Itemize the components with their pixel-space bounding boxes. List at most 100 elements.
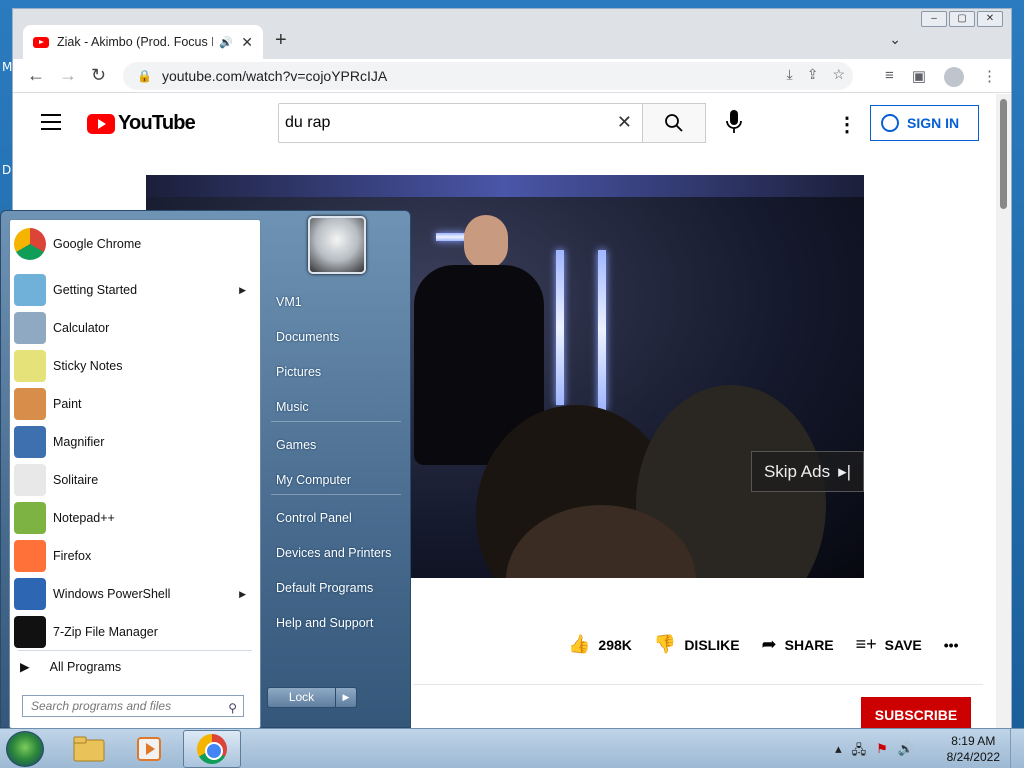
chevron-right-icon[interactable]: ▶	[336, 688, 356, 707]
side-panel-icon[interactable]: ▣	[912, 67, 926, 87]
browser-tab[interactable]: Ziak - Akimbo (Prod. Focus B 🔊 ✕	[23, 25, 263, 59]
youtube-logo[interactable]: YouTube	[87, 112, 196, 135]
start-search-input[interactable]: Search programs and files ⚲	[22, 695, 244, 717]
start-item-getting-started[interactable]: Getting Started ▶	[10, 272, 260, 308]
dislike-button[interactable]: 👎 DISLIKE	[654, 634, 740, 655]
desktop-fragment: D	[2, 163, 12, 177]
search-icon[interactable]: ⚲	[228, 698, 237, 718]
triangle-right-icon: ▶	[20, 660, 30, 674]
bookmark-star-icon[interactable]: ☆	[832, 66, 845, 83]
start-menu: Google Chrome Getting Started ▶ Calculator S…	[0, 210, 411, 729]
page-scrollbar[interactable]	[996, 94, 1011, 729]
start-right-help-and-support[interactable]: Help and Support	[276, 616, 373, 630]
start-right-music[interactable]: Music	[276, 400, 309, 414]
calculator-icon	[14, 312, 46, 344]
sign-in-button[interactable]: SIGN IN	[870, 105, 979, 141]
show-hidden-icons-icon[interactable]: ▴	[835, 741, 842, 763]
show-desktop-button[interactable]	[1010, 729, 1024, 768]
taskbar-explorer[interactable]	[60, 730, 118, 768]
start-item-paint[interactable]: Paint	[10, 386, 260, 422]
maximize-button[interactable]: ▢	[949, 11, 975, 27]
start-item-sticky-notes[interactable]: Sticky Notes	[10, 348, 260, 384]
stage-light	[556, 250, 564, 405]
paint-icon	[14, 388, 46, 420]
start-right-documents[interactable]: Documents	[276, 330, 339, 344]
forward-arrow-icon[interactable]: →	[59, 65, 77, 86]
start-item-magnifier[interactable]: Magnifier	[10, 424, 260, 460]
back-arrow-icon[interactable]: ←	[27, 65, 45, 86]
start-search-placeholder: Search programs and files	[31, 699, 172, 713]
hamburger-menu-icon[interactable]	[41, 114, 61, 135]
start-item-calculator[interactable]: Calculator	[10, 310, 260, 346]
start-button[interactable]	[6, 731, 44, 767]
profile-avatar-icon[interactable]	[944, 67, 964, 87]
stage-light	[436, 233, 466, 241]
start-right-control-panel[interactable]: Control Panel	[276, 511, 352, 525]
divider	[413, 684, 983, 685]
solitaire-icon	[14, 464, 46, 496]
skip-ads-button[interactable]: Skip Ads ▸|	[751, 451, 864, 492]
start-item-7-zip-file-manager[interactable]: 7-Zip File Manager	[10, 614, 260, 650]
start-item-label: Paint	[53, 397, 82, 411]
start-item-label: Google Chrome	[53, 237, 142, 251]
install-app-icon[interactable]: ⤓	[787, 66, 793, 83]
settings-kebab-icon[interactable]: ⋮	[837, 112, 857, 137]
like-button[interactable]: 👍 298K	[568, 634, 632, 655]
start-item-google-chrome[interactable]: Google Chrome	[10, 226, 260, 262]
lock-icon[interactable]: 🔒	[137, 69, 152, 83]
all-programs-item[interactable]: ▶ All Programs	[20, 659, 122, 675]
skip-next-icon: ▸|	[838, 461, 852, 481]
start-item-solitaire[interactable]: Solitaire	[10, 462, 260, 498]
submenu-arrow-icon[interactable]: ▶	[239, 589, 246, 600]
media-control-icon[interactable]: ≡	[885, 67, 894, 87]
more-actions-button[interactable]: •••	[944, 637, 959, 653]
chevron-down-icon[interactable]: ⌄	[889, 31, 901, 48]
save-label: SAVE	[884, 636, 922, 653]
start-right-games[interactable]: Games	[276, 438, 316, 452]
youtube-favicon-icon	[33, 36, 49, 48]
taskbar-media-player[interactable]	[120, 730, 178, 768]
tab-close-button[interactable]: ✕	[241, 34, 253, 51]
start-item-notepad-[interactable]: Notepad++	[10, 500, 260, 536]
close-window-button[interactable]: ✕	[977, 11, 1003, 27]
microphone-icon[interactable]	[723, 108, 745, 136]
start-item-windows-powershell[interactable]: Windows PowerShell ▶	[10, 576, 260, 612]
save-button[interactable]: ≡+ SAVE	[856, 634, 922, 655]
search-input[interactable]: du rap ✕	[278, 103, 643, 143]
chrome-icon	[14, 228, 46, 260]
powershell-icon	[14, 578, 46, 610]
youtube-header: YouTube du rap ✕ ⋮ SIGN IN	[13, 94, 998, 150]
clear-search-icon[interactable]: ✕	[617, 112, 632, 133]
speaker-icon[interactable]: 🔊	[219, 36, 235, 49]
reload-icon[interactable]: ↻	[91, 65, 106, 86]
start-right-my-computer[interactable]: My Computer	[276, 473, 351, 487]
submenu-arrow-icon[interactable]: ▶	[239, 285, 246, 296]
menu-kebab-icon[interactable]: ⋮	[982, 67, 997, 87]
subscribe-button[interactable]: SUBSCRIBE	[861, 697, 971, 729]
clock[interactable]: 8:19 AM 8/24/2022	[947, 733, 1000, 765]
start-right-pictures[interactable]: Pictures	[276, 365, 321, 379]
action-center-flag-icon[interactable]: ⚑	[876, 741, 888, 763]
new-tab-button[interactable]: +	[275, 29, 287, 52]
like-count: 298K	[598, 636, 632, 653]
taskbar-chrome[interactable]	[183, 730, 241, 768]
start-right-devices-and-printers[interactable]: Devices and Printers	[276, 546, 391, 560]
share-icon[interactable]: ⇪	[807, 66, 819, 83]
start-item-firefox[interactable]: Firefox	[10, 538, 260, 574]
share-button[interactable]: ➦ SHARE	[762, 634, 834, 655]
start-right-default-programs[interactable]: Default Programs	[276, 581, 373, 595]
all-programs-label: All Programs	[49, 659, 122, 674]
network-icon[interactable]: 🖧	[852, 741, 867, 763]
start-right-vm1[interactable]: VM1	[276, 295, 302, 309]
divider	[271, 421, 401, 422]
search-icon	[665, 114, 683, 132]
thumbs-down-icon: 👎	[653, 634, 677, 654]
search-button[interactable]	[642, 103, 706, 143]
lock-button[interactable]: Lock ▶	[267, 687, 357, 708]
tab-title: Ziak - Akimbo (Prod. Focus B	[57, 35, 214, 49]
user-picture-avatar[interactable]	[308, 216, 366, 274]
scrollbar-thumb[interactable]	[1000, 99, 1007, 209]
volume-icon[interactable]: 🔊	[898, 741, 914, 763]
address-bar[interactable]: 🔒 youtube.com/watch?v=cojoYPRcIJA ⤓ ⇪ ☆	[123, 62, 853, 90]
minimize-button[interactable]: –	[921, 11, 947, 27]
